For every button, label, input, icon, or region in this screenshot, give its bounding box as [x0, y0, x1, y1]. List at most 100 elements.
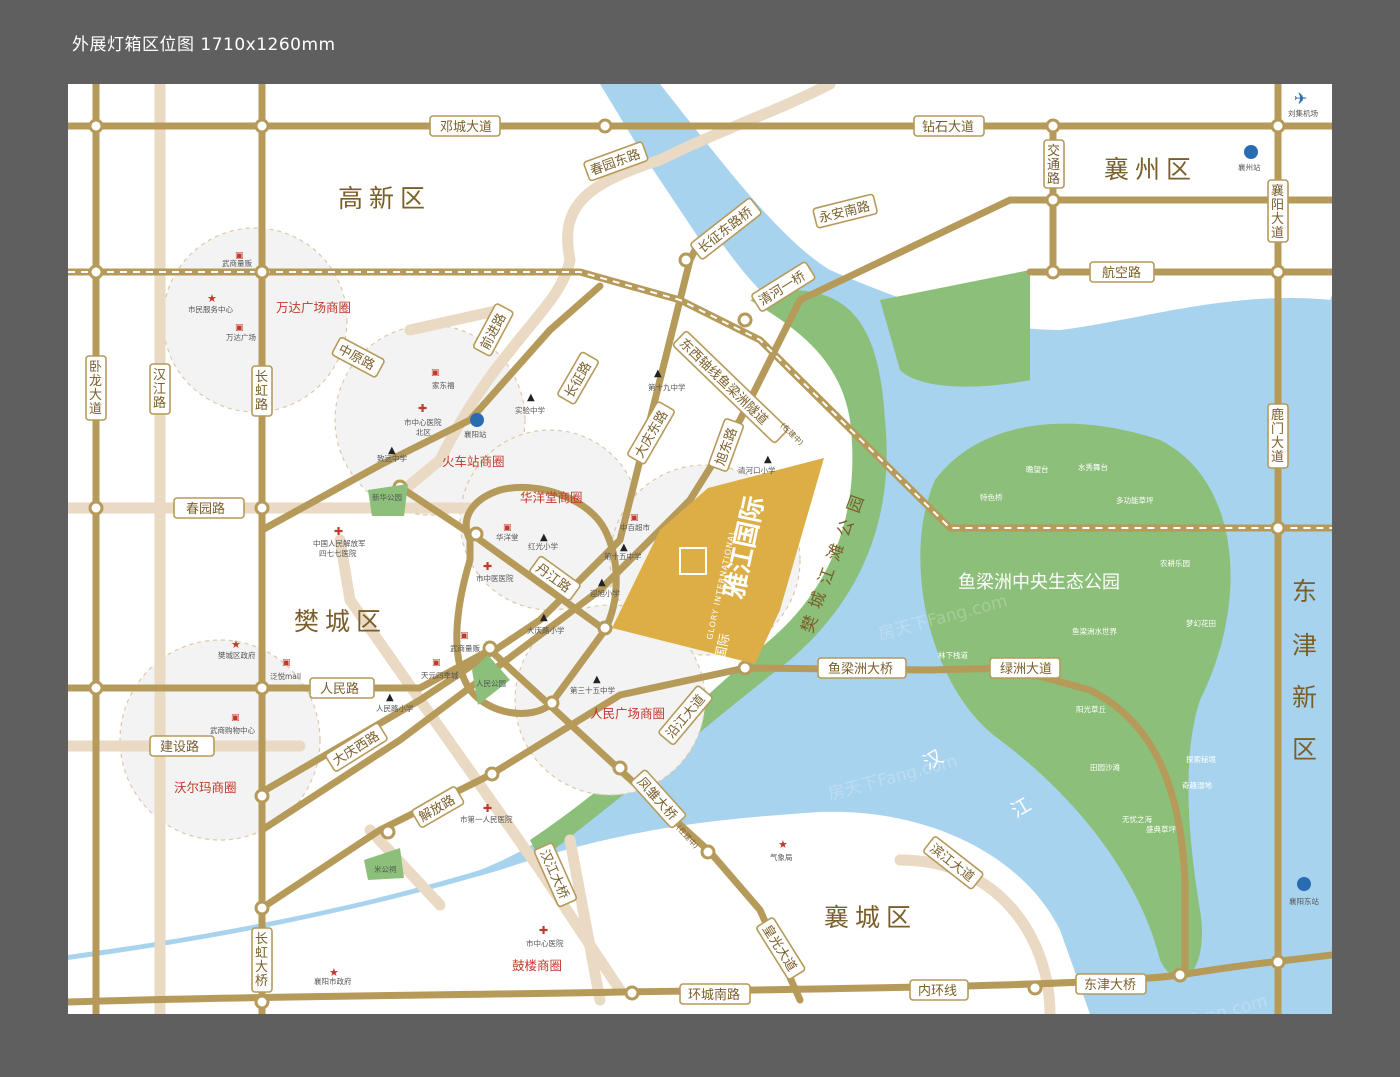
junction: [254, 264, 270, 280]
poi-label: 天元四季城: [421, 670, 459, 680]
road-label-wolong: 道: [89, 402, 102, 417]
poi-label: 人民公园: [476, 679, 506, 688]
road-label-changhong-bridge: 大: [255, 960, 268, 975]
road-label-changhong: 虹: [255, 384, 268, 399]
poi-label: 襄阳市政府: [314, 976, 352, 986]
junction: [88, 264, 104, 280]
poi-label: 市第一人民医院: [460, 814, 513, 824]
road-label-changhong-bridge: 桥: [255, 974, 268, 989]
poi-label: 新华公园: [372, 492, 402, 502]
junction: [1045, 118, 1061, 134]
map-title: 外展灯箱区位图 1710x1260mm: [72, 35, 336, 55]
watermark: 房天下Fang.com: [86, 84, 220, 85]
road-label-hanjiang: 江: [153, 382, 166, 397]
road-label-lumen: 鹿: [1271, 407, 1284, 423]
district-dongjin: 津: [1292, 631, 1323, 660]
poi-cart-icon: ▣: [460, 631, 469, 641]
poi-label: 第十五中学: [604, 551, 642, 561]
junction: [380, 824, 396, 840]
poi-label: 清河口小学: [738, 465, 776, 475]
junction: [678, 252, 694, 268]
junction: [544, 695, 560, 711]
junction: [597, 620, 613, 636]
junction: [254, 788, 270, 804]
junction: [88, 680, 104, 696]
poi-label: 致远中学: [377, 453, 407, 463]
park-poi: 鱼梁洲水世界: [1072, 626, 1117, 636]
road-label-xiangyang: 道: [1271, 226, 1284, 241]
road-label-wolong: 大: [89, 388, 102, 403]
poi-cart-icon: ▣: [431, 368, 440, 378]
poi-label: 市中心医院: [526, 938, 564, 948]
poi-label: 武商量贩: [450, 643, 480, 653]
poi-label: 市中医医院: [476, 573, 514, 583]
junction: [254, 118, 270, 134]
location-map: 雅江国际 GLORY INTERNATIONAL 国际 高新区 襄州区 樊城区 …: [68, 84, 1332, 1014]
poi-hospital-icon: ✚: [483, 560, 492, 573]
poi-cart-icon: ▣: [282, 658, 291, 668]
park-poi: 奇趣湿地: [1182, 780, 1212, 790]
junction: [1045, 192, 1061, 208]
road-label-changhong: 长: [255, 370, 268, 385]
junction: [468, 526, 484, 542]
junction: [1270, 264, 1286, 280]
poi-star-icon: ★: [231, 638, 241, 651]
poi-label: 四七七医院: [319, 548, 357, 558]
riverside-park-north: [880, 270, 1030, 387]
poi-label: 市中心医院: [404, 417, 442, 427]
school-icon: ▲: [527, 392, 535, 403]
road-label-changhong-bridge: 虹: [255, 946, 268, 961]
district-dongjin: 东: [1292, 577, 1323, 606]
road-label-wolong: 卧: [89, 360, 102, 375]
poi-label: 泛悦mall: [270, 671, 301, 681]
poi-hospital-icon: ✚: [334, 525, 343, 538]
district-xiangcheng: 襄城区: [824, 903, 917, 932]
poi-label: 华洋堂: [496, 532, 519, 542]
train-station-icon: [1297, 877, 1311, 891]
park-poi: 多功能草坪: [1116, 495, 1154, 505]
road-label-renmin: 人民路: [320, 681, 359, 697]
road-label-hanjiang: 路: [153, 395, 166, 411]
zone-walmart: 沃尔玛商圈: [174, 780, 237, 795]
road-label-neihuan: 内环线: [918, 983, 957, 999]
park-poi: 探索秘境: [1186, 754, 1216, 764]
poi-cart-icon: ▣: [235, 323, 244, 333]
junction: [737, 660, 753, 676]
junction: [1172, 967, 1188, 983]
poi-label: 中国人民解放军: [313, 538, 366, 548]
zone-huayangtang: 华洋堂商圈: [520, 490, 583, 505]
road-label-dongjin-bridge: 东津大桥: [1084, 978, 1136, 993]
road-label-lvzhou: 绿洲大道: [1000, 662, 1052, 677]
junction: [737, 312, 753, 328]
district-xiangzhou: 襄州区: [1104, 155, 1197, 184]
district-gaoxin: 高新区: [338, 184, 431, 213]
poi-hospital-icon: ✚: [539, 924, 548, 937]
poi-cart-icon: ▣: [630, 513, 639, 523]
poi-label: 中百超市: [620, 522, 650, 532]
poi-label: 万达广场: [226, 332, 256, 342]
poi-star-icon: ★: [778, 838, 788, 851]
park-poi: 林下栈道: [938, 650, 968, 660]
road-label-xiangyang: 阳: [1271, 198, 1284, 213]
junction: [1270, 954, 1286, 970]
poi-label: 武商量贩: [222, 258, 252, 268]
poi-label: 红光小学: [528, 541, 558, 551]
road-label-wolong: 龙: [89, 374, 102, 389]
road-label-hangkong: 航空路: [1102, 265, 1141, 281]
airplane-icon: ✈: [1294, 89, 1307, 108]
road-label-lumen: 大: [1271, 436, 1284, 451]
road-label-hanjiang: 汉: [153, 368, 166, 383]
junction: [700, 844, 716, 860]
school-icon: ▲: [386, 692, 394, 703]
road-label-lumen: 门: [1271, 422, 1284, 437]
junction: [612, 760, 628, 776]
junction: [1270, 520, 1286, 536]
zone-wanda: 万达广场商圈: [276, 300, 351, 315]
zone-huochezhan: 火车站商圈: [442, 454, 505, 469]
road-label-jiaotong: 通: [1047, 158, 1060, 173]
poi-label: 第三十五中学: [570, 685, 615, 695]
train-station-icon: [470, 413, 484, 427]
park-poi: 水秀舞台: [1078, 462, 1108, 472]
district-dongjin: 新: [1292, 683, 1323, 712]
junction: [254, 994, 270, 1010]
